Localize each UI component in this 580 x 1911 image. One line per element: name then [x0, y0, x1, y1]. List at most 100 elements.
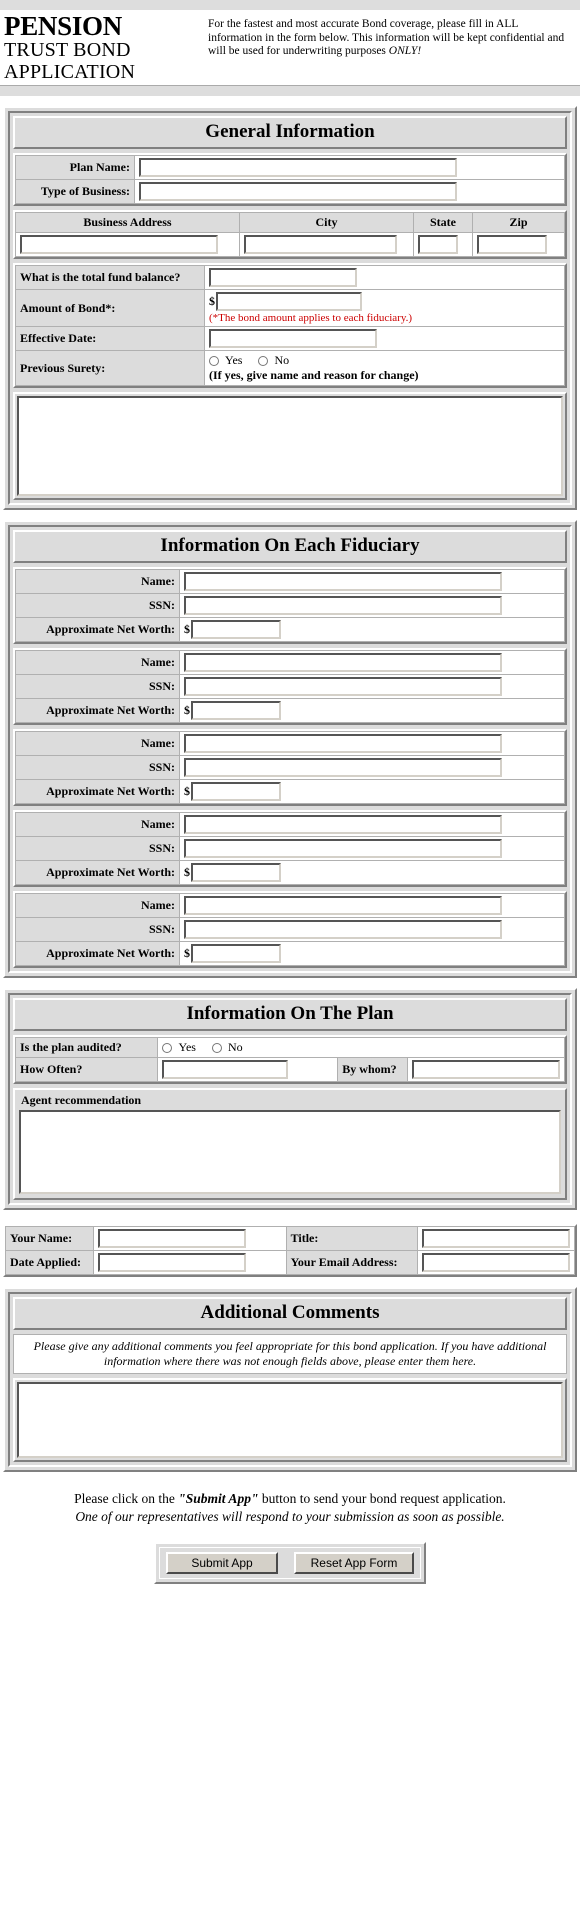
fiduciary-ssn-cell: [179, 836, 565, 861]
your-name-label: Your Name:: [5, 1226, 94, 1251]
fiduciary-inner: Information On Each Fiduciary Name: SSN: A…: [8, 525, 572, 973]
plan-section-title: Information On The Plan: [13, 998, 567, 1031]
fiduciary-ssn-input[interactable]: [184, 839, 502, 858]
fiduciary-net-worth-cell: $: [179, 698, 565, 723]
additional-comments-textarea[interactable]: [17, 1382, 563, 1458]
title-input[interactable]: [422, 1229, 570, 1248]
by-whom-cell: [407, 1057, 565, 1082]
table-row: Your Name: Title:: [5, 1226, 575, 1251]
fiduciary-net-worth-input[interactable]: [191, 620, 281, 639]
business-address-input[interactable]: [20, 235, 218, 254]
fiduciary-net-worth-group: $: [184, 863, 560, 882]
fiduciary-ssn-input[interactable]: [184, 677, 502, 696]
fiduciary-net-worth-input[interactable]: [191, 863, 281, 882]
plan-name-label: Plan Name:: [15, 155, 135, 180]
fiduciary-name-label: Name:: [15, 812, 180, 837]
previous-surety-yes-radio[interactable]: [209, 355, 219, 366]
fiduciary-net-worth-input[interactable]: [191, 782, 281, 801]
fiduciary-name-input[interactable]: [184, 815, 502, 834]
dollar-sign-icon: $: [184, 784, 190, 798]
fiduciary-name-input[interactable]: [184, 896, 502, 915]
fiduciary-net-worth-label: Approximate Net Worth:: [15, 941, 180, 966]
fiduciary-net-worth-input[interactable]: [191, 944, 281, 963]
plan-audited-no-radio[interactable]: [211, 1042, 222, 1053]
agent-recommendation-textarea[interactable]: [19, 1110, 561, 1194]
pension-trust-bond-application-page: PENSION TRUST BOND APPLICATION For the f…: [0, 0, 580, 1594]
additional-comments-wrap: [13, 1378, 567, 1462]
fiduciary-name-label: Name:: [15, 650, 180, 675]
fiduciary-net-worth-cell: $: [179, 941, 565, 966]
fiduciary-ssn-input[interactable]: [184, 596, 502, 615]
table-row: Previous Surety: Yes No (If yes, give na…: [15, 350, 565, 386]
footer-line1-after: button to send your bond request applica…: [258, 1491, 506, 1506]
state-input[interactable]: [418, 235, 458, 254]
fund-balance-input[interactable]: [209, 268, 357, 287]
fiduciary-name-cell: [179, 893, 565, 918]
zip-cell: [472, 232, 565, 257]
table-row: SSN:: [15, 836, 565, 861]
table-row: Name:: [15, 569, 565, 594]
fiduciary-name-label: Name:: [15, 569, 180, 594]
plan-audited-yes-radio[interactable]: [162, 1042, 173, 1053]
fund-balance-label: What is the total fund balance?: [15, 265, 205, 290]
previous-surety-cell: Yes No (If yes, give name and reason for…: [204, 350, 565, 386]
reset-app-form-button[interactable]: Reset App Form: [294, 1552, 414, 1574]
page-header: PENSION TRUST BOND APPLICATION For the f…: [0, 10, 580, 86]
fiduciary-name-input[interactable]: [184, 572, 502, 591]
table-row: Approximate Net Worth: $: [15, 860, 565, 885]
title-label: Title:: [285, 1226, 419, 1251]
fiduciary-blocks-container: Name: SSN: Approximate Net Worth: $ Name: SSN…: [13, 567, 567, 968]
table-row: SSN:: [15, 674, 565, 699]
email-cell: [417, 1250, 575, 1275]
fiduciary-net-worth-input[interactable]: [191, 701, 281, 720]
fiduciary-ssn-input[interactable]: [184, 920, 502, 939]
fiduciary-net-worth-group: $: [184, 782, 560, 801]
fiduciary-ssn-input[interactable]: [184, 758, 502, 777]
plan-audited-cell: Yes No: [157, 1037, 565, 1058]
additional-comments-section: Additional Comments Please give any addi…: [3, 1287, 577, 1472]
table-row: Name:: [15, 893, 565, 918]
type-of-business-input[interactable]: [139, 182, 457, 201]
table-row: Approximate Net Worth: $: [15, 617, 565, 642]
email-input[interactable]: [422, 1253, 570, 1272]
surety-details-wrap: [13, 392, 567, 500]
effective-date-label: Effective Date:: [15, 326, 205, 351]
general-information-inner: General Information Plan Name: Type of B…: [8, 111, 572, 505]
city-input[interactable]: [244, 235, 397, 254]
table-row: Date Applied: Your Email Address:: [5, 1250, 575, 1275]
surety-details-textarea[interactable]: [17, 396, 563, 496]
table-row: How Often? By whom?: [14, 1057, 565, 1082]
plan-name-input[interactable]: [139, 158, 457, 177]
your-name-input[interactable]: [97, 1229, 246, 1248]
type-of-business-cell: [134, 179, 565, 204]
previous-surety-no-radio[interactable]: [258, 355, 269, 366]
bond-amount-input[interactable]: [216, 292, 362, 311]
table-row: SSN:: [15, 917, 565, 942]
dollar-sign-icon: $: [184, 703, 190, 717]
date-applied-input[interactable]: [97, 1253, 246, 1272]
submit-app-button[interactable]: Submit App: [166, 1552, 278, 1574]
fiduciary-name-input[interactable]: [184, 653, 502, 672]
fiduciary-name-input[interactable]: [184, 734, 502, 753]
title-line-application: APPLICATION: [4, 61, 136, 83]
fiduciary-ssn-cell: [179, 593, 565, 618]
table-row: SSN:: [15, 755, 565, 780]
city-header: City: [239, 212, 414, 233]
button-bar-inner: Submit App Reset App Form: [159, 1547, 421, 1579]
button-bar: Submit App Reset App Form: [154, 1542, 426, 1584]
previous-surety-yes-label: Yes: [225, 353, 243, 367]
by-whom-input[interactable]: [412, 1060, 560, 1079]
page-title: PENSION TRUST BOND APPLICATION: [0, 13, 198, 84]
effective-date-input[interactable]: [209, 329, 377, 348]
general-information-section: General Information Plan Name: Type of B…: [3, 106, 577, 510]
fiduciary-ssn-label: SSN:: [15, 836, 180, 861]
plan-inner: Information On The Plan Is the plan audi…: [8, 993, 572, 1205]
how-often-cell: [157, 1057, 339, 1082]
fiduciary-ssn-cell: [179, 755, 565, 780]
table-row: Amount of Bond*: $ (*The bond amount app…: [15, 289, 565, 327]
how-often-input[interactable]: [162, 1060, 289, 1079]
dollar-sign-icon: $: [184, 622, 190, 636]
date-applied-label: Date Applied:: [5, 1250, 94, 1275]
fiduciary-section-title: Information On Each Fiduciary: [13, 530, 567, 563]
zip-input[interactable]: [477, 235, 547, 254]
